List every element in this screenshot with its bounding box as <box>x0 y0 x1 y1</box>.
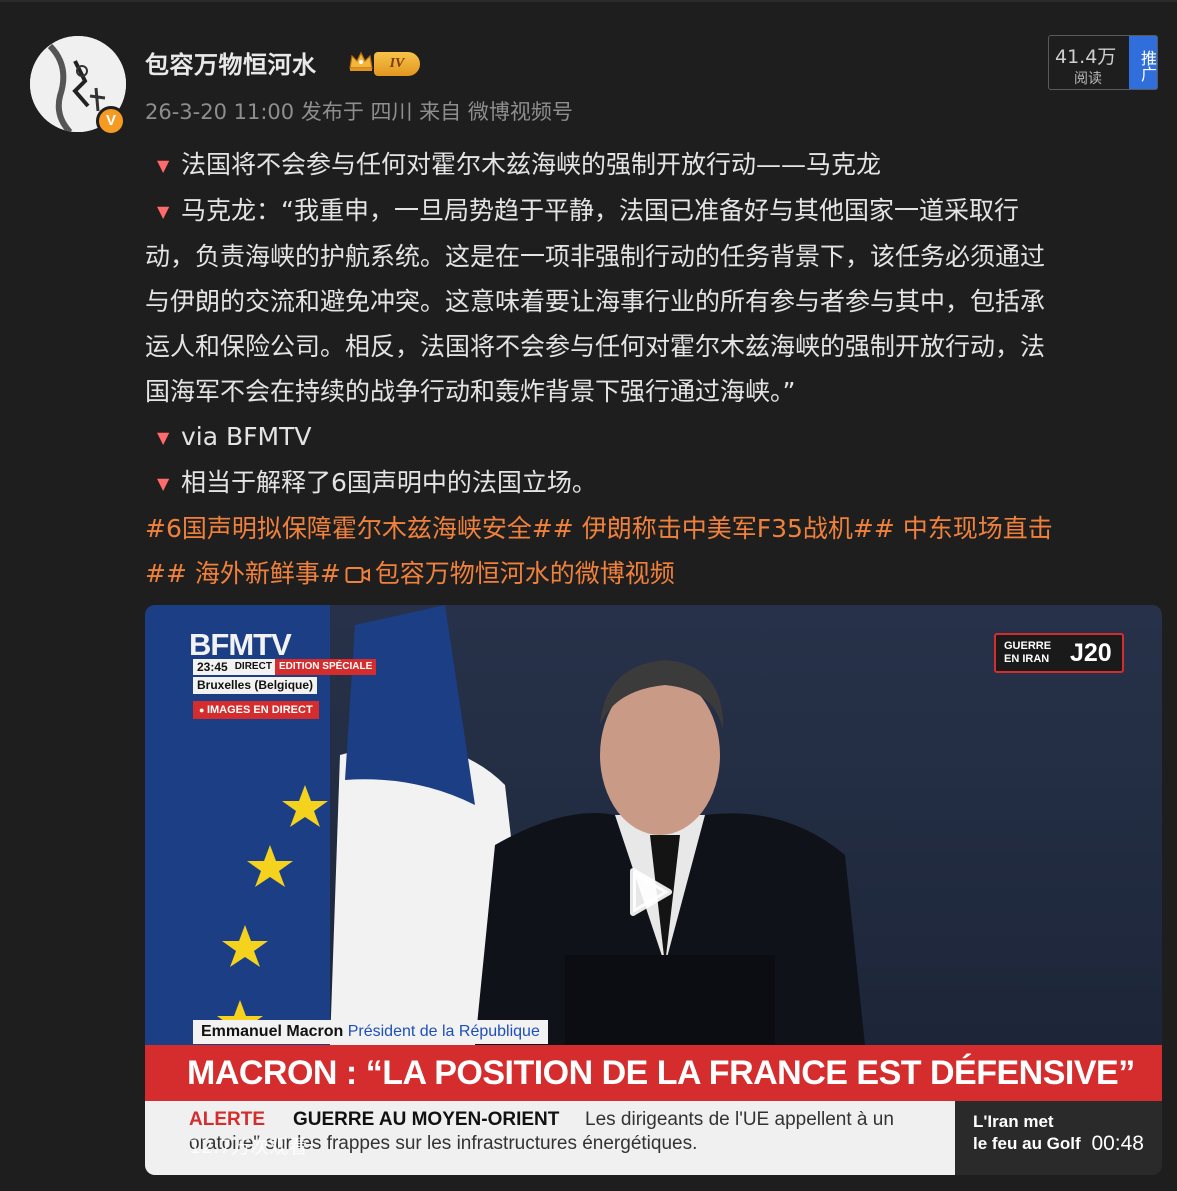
read-count: 41.4万 <box>1055 46 1117 68</box>
post-line-text: 法国将不会参与任何对霍尔木兹海峡的强制开放行动——马克龙 <box>181 150 882 179</box>
ticker-alert: ALERTE <box>189 1109 265 1130</box>
corner-badge: GUERRE EN IRAN J20 <box>994 633 1124 673</box>
direct-label: DIRECT <box>231 659 275 675</box>
post-line: 与伊朗的交流和避免冲突。这意味着要让海事行业的所有参与者参与其中，包括承 <box>145 279 1160 324</box>
corner-day: J20 <box>1070 639 1112 667</box>
crown-icon <box>349 51 373 71</box>
read-label: 阅读 <box>1074 71 1102 87</box>
post-line: 国海军不会在持续的战争行动和轰炸背景下强行通过海峡。” <box>145 369 1160 414</box>
post-line: ▼ 法国将不会参与任何对霍尔木兹海峡的强制开放行动——马克龙 <box>145 142 1160 188</box>
post-line-text: via BFMTV <box>181 422 312 451</box>
post-line: ▼ via BFMTV <box>145 414 1160 460</box>
post-line-text: 运人和保险公司。相反，法国将不会参与任何对霍尔木兹海峡的强制开放行动，法 <box>145 332 1046 361</box>
video-player[interactable]: BFMTV 23:45 DIRECT EDITION SPÉCIALE Brux… <box>145 605 1162 1175</box>
live-label: IMAGES EN DIRECT <box>193 701 319 719</box>
corner-line-1: GUERRE <box>1004 640 1052 652</box>
triangle-bullet-icon: ▼ <box>157 156 170 175</box>
location-label: Bruxelles (Belgique) <box>193 677 318 694</box>
play-icon[interactable] <box>611 857 681 927</box>
verified-badge: V <box>96 106 126 136</box>
channel-logo: BFMTV <box>189 627 292 662</box>
edition-label: EDITION SPÉCIALE <box>274 659 377 675</box>
post-line: 动，负责海峡的护航系统。这是在一项非强制行动的任务背景下，该任务必须通过 <box>145 234 1160 279</box>
ticker-topic: GUERRE AU MOYEN-ORIENT <box>293 1109 560 1130</box>
triangle-bullet-icon: ▼ <box>157 428 170 447</box>
post-line-text: 相当于解释了6国声明中的法国立场。 <box>181 468 597 497</box>
post-meta: 26-3-20 11:00 发布于 四川 来自 微博视频号 <box>145 100 573 124</box>
broadcast-time-bar: 23:45 DIRECT EDITION SPÉCIALE <box>193 659 377 675</box>
post-line-text: 动，负责海峡的护航系统。这是在一项非强制行动的任务背景下，该任务必须通过 <box>145 242 1046 271</box>
post-text: ▼ 法国将不会参与任何对霍尔木兹海峡的强制开放行动——马克龙 ▼ 马克龙：“我重申，… <box>145 142 1160 596</box>
hashtag-link[interactable]: ## 海外新鲜事# <box>145 559 341 588</box>
speaker-label: Emmanuel Macron Président de la Républiq… <box>193 1020 548 1044</box>
hashtag-line[interactable]: #6国声明拟保障霍尔木兹海峡安全## 伊朗称击中美军F35战机## 中东现场直击 <box>145 506 1160 551</box>
side-line-2: le feu au Golf <box>973 1134 1081 1153</box>
video-camera-icon <box>345 567 370 583</box>
hashtag-line-2: ## 海外新鲜事# 包容万物恒河水的微博视频 <box>145 551 1160 596</box>
post-line: ▼ 马克龙：“我重申，一旦局势趋于平静，法国已准备好与其他国家一道采取行 <box>145 188 1160 234</box>
read-stats-box[interactable]: 41.4万 阅读 推广 <box>1048 35 1158 90</box>
headline-bar: MACRON : “LA POSITION DE LA FRANCE EST D… <box>145 1045 1162 1101</box>
username[interactable]: 包容万物恒河水 <box>145 45 317 80</box>
post-line-text: 国海军不会在持续的战争行动和轰炸背景下强行通过海峡。” <box>145 377 796 406</box>
triangle-bullet-icon: ▼ <box>157 474 170 493</box>
speaker-role: Président de la République <box>347 1023 540 1040</box>
post-line: ▼ 相当于解释了6国声明中的法国立场。 <box>145 460 1160 506</box>
level-badge: IV <box>374 52 420 76</box>
promote-button[interactable]: 推广 <box>1129 36 1157 89</box>
triangle-bullet-icon: ▼ <box>157 202 170 221</box>
ticker-line-1: Les dirigeants de l'UE appellent à un <box>585 1109 894 1130</box>
side-line-1: L'Iran met <box>973 1112 1054 1131</box>
weibo-post-card: V 包容万物恒河水 IV 26-3-20 11:00 发布于 四川 来自 微博视… <box>0 0 1177 1191</box>
post-line-text: 马克龙：“我重申，一旦局势趋于平静，法国已准备好与其他国家一道采取行 <box>181 196 1019 225</box>
broadcast-time: 23:45 <box>193 659 232 675</box>
video-link[interactable]: 包容万物恒河水的微博视频 <box>375 559 675 588</box>
corner-line-2: EN IRAN <box>1004 653 1050 665</box>
post-line-text: 与伊朗的交流和避免冲突。这意味着要让海事行业的所有参与者参与其中，包括承 <box>145 287 1046 316</box>
speaker-name: Emmanuel Macron <box>201 1023 344 1040</box>
video-duration: 00:48 <box>1091 1132 1144 1155</box>
post-line: 运人和保险公司。相反，法国将不会参与任何对霍尔木兹海峡的强制开放行动，法 <box>145 324 1160 369</box>
view-count: 12.7万次观看 <box>189 1136 308 1158</box>
